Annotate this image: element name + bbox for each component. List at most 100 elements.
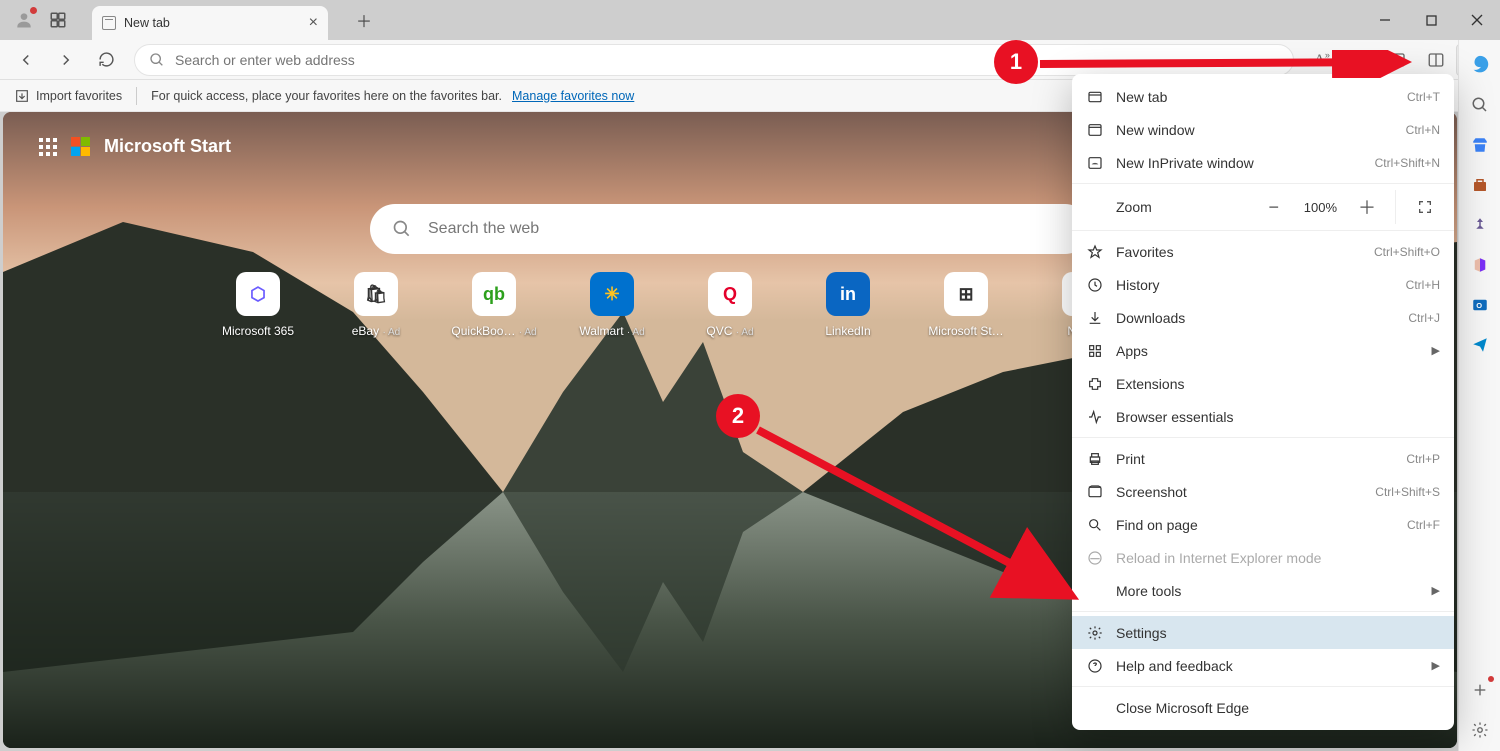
menu-item-label: Downloads bbox=[1116, 310, 1396, 326]
download-icon bbox=[1086, 310, 1104, 326]
quick-link-microsoft-store[interactable]: ⊞Microsoft St… bbox=[925, 272, 1007, 338]
close-tab-button[interactable]: × bbox=[309, 14, 318, 32]
web-search-box[interactable]: Search the web bbox=[370, 204, 1090, 254]
menu-separator bbox=[1072, 611, 1454, 612]
menu-item-history[interactable]: HistoryCtrl+H bbox=[1072, 268, 1454, 301]
refresh-button[interactable] bbox=[88, 44, 124, 76]
games-button[interactable] bbox=[1469, 214, 1491, 236]
menu-item-favorites[interactable]: FavoritesCtrl+Shift+O bbox=[1072, 235, 1454, 268]
web-search-placeholder: Search the web bbox=[428, 220, 539, 238]
menu-item-downloads[interactable]: DownloadsCtrl+J bbox=[1072, 301, 1454, 334]
sidebar-settings-button[interactable] bbox=[1469, 719, 1491, 741]
microsoft-start-label: Microsoft Start bbox=[104, 136, 231, 157]
menu-separator bbox=[1072, 437, 1454, 438]
collections-button[interactable] bbox=[1380, 44, 1416, 76]
menu-item-essentials[interactable]: Browser essentials bbox=[1072, 400, 1454, 433]
window-controls bbox=[1362, 0, 1500, 40]
chevron-right-icon: ▶ bbox=[1432, 659, 1440, 672]
menu-separator bbox=[1072, 686, 1454, 687]
tile-label: eBay · Ad bbox=[352, 324, 400, 338]
pulse-icon bbox=[1086, 409, 1104, 425]
menu-item-help[interactable]: Help and feedback ▶ bbox=[1072, 649, 1454, 682]
menu-item-settings[interactable]: Settings bbox=[1072, 616, 1454, 649]
split-screen-button[interactable] bbox=[1418, 44, 1454, 76]
manage-favorites-link[interactable]: Manage favorites now bbox=[512, 89, 634, 103]
sidebar-search-button[interactable] bbox=[1469, 94, 1491, 116]
menu-item-shortcut: Ctrl+H bbox=[1406, 278, 1440, 292]
menu-item-more-tools[interactable]: More tools▶ bbox=[1072, 574, 1454, 607]
menu-item-label: Find on page bbox=[1116, 517, 1395, 533]
menu-item-shortcut: Ctrl+P bbox=[1406, 452, 1440, 466]
tile-label: Microsoft 365 bbox=[222, 324, 294, 338]
apps-icon bbox=[1086, 343, 1104, 359]
tab-favicon-icon bbox=[102, 16, 116, 30]
app-launcher-button[interactable] bbox=[39, 138, 57, 156]
favorites-hint: For quick access, place your favorites h… bbox=[151, 89, 502, 103]
forward-button[interactable] bbox=[48, 44, 84, 76]
quick-link-linkedin[interactable]: inLinkedIn bbox=[807, 272, 889, 338]
menu-item-label: Extensions bbox=[1116, 376, 1440, 392]
send-button[interactable] bbox=[1469, 334, 1491, 356]
menu-item-extensions[interactable]: Extensions bbox=[1072, 367, 1454, 400]
chevron-right-icon: ▶ bbox=[1432, 344, 1440, 357]
menu-item-new-tab[interactable]: New tabCtrl+T bbox=[1072, 80, 1454, 113]
workspaces-button[interactable] bbox=[48, 10, 68, 30]
favorite-button[interactable] bbox=[1342, 44, 1378, 76]
profile-button[interactable] bbox=[14, 10, 34, 30]
quick-link-microsoft-365[interactable]: ⬡ Microsoft 365 bbox=[217, 272, 299, 338]
menu-item-apps[interactable]: Apps ▶ bbox=[1072, 334, 1454, 367]
tile-label: QuickBoo… · Ad bbox=[451, 324, 536, 338]
quick-link-qvc[interactable]: QQVC · Ad bbox=[689, 272, 771, 338]
menu-item-close-edge[interactable]: Close Microsoft Edge bbox=[1072, 691, 1454, 724]
tile-icon: qb bbox=[472, 272, 516, 316]
tile-icon: ⊞ bbox=[944, 272, 988, 316]
read-aloud-button[interactable]: A» bbox=[1304, 44, 1340, 76]
menu-item-label: New tab bbox=[1116, 89, 1395, 105]
menu-separator bbox=[1072, 230, 1454, 231]
tools-button[interactable] bbox=[1469, 174, 1491, 196]
microsoft-logo-icon bbox=[71, 137, 90, 156]
address-bar[interactable] bbox=[134, 44, 1294, 76]
menu-item-label: New InPrivate window bbox=[1116, 155, 1363, 171]
sidebar-add-button[interactable] bbox=[1469, 679, 1491, 701]
import-favorites-label: Import favorites bbox=[36, 89, 122, 103]
minimize-button[interactable] bbox=[1362, 0, 1408, 40]
address-input[interactable] bbox=[175, 52, 1279, 68]
menu-item-label: Apps bbox=[1116, 343, 1420, 359]
zoom-out-button[interactable]: − bbox=[1260, 193, 1288, 221]
menu-item-label: Close Microsoft Edge bbox=[1116, 700, 1440, 716]
menu-item-new-window[interactable]: New windowCtrl+N bbox=[1072, 113, 1454, 146]
screenshot-icon bbox=[1086, 484, 1104, 500]
menu-item-find[interactable]: Find on pageCtrl+F bbox=[1072, 508, 1454, 541]
import-favorites-button[interactable]: Import favorites bbox=[14, 88, 122, 104]
zoom-value: 100% bbox=[1298, 200, 1343, 215]
tile-icon: ⬡ bbox=[236, 272, 280, 316]
shopping-button[interactable] bbox=[1469, 134, 1491, 156]
menu-item-new-inprivate[interactable]: New InPrivate windowCtrl+Shift+N bbox=[1072, 146, 1454, 179]
outlook-button[interactable]: O bbox=[1469, 294, 1491, 316]
search-icon bbox=[149, 52, 165, 68]
menu-item-print[interactable]: PrintCtrl+P bbox=[1072, 442, 1454, 475]
divider bbox=[136, 87, 137, 105]
quick-link-quickbooks[interactable]: qb QuickBoo… · Ad bbox=[453, 272, 535, 338]
menu-item-shortcut: Ctrl+Shift+O bbox=[1374, 245, 1440, 259]
quick-link-walmart[interactable]: ✳Walmart · Ad bbox=[571, 272, 653, 338]
maximize-button[interactable] bbox=[1408, 0, 1454, 40]
menu-item-ie-mode: Reload in Internet Explorer mode bbox=[1072, 541, 1454, 574]
menu-item-label: New window bbox=[1116, 122, 1394, 138]
settings-and-more-menu: New tabCtrl+TNew windowCtrl+NNew InPriva… bbox=[1072, 74, 1454, 730]
menu-separator bbox=[1072, 183, 1454, 184]
close-window-button[interactable] bbox=[1454, 0, 1500, 40]
browser-tab[interactable]: New tab × bbox=[92, 6, 328, 40]
menu-item-label: Browser essentials bbox=[1116, 409, 1440, 425]
m365-button[interactable] bbox=[1469, 254, 1491, 276]
fullscreen-button[interactable] bbox=[1410, 199, 1440, 215]
back-button[interactable] bbox=[8, 44, 44, 76]
quick-link-ebay[interactable]: 🛍eBay · Ad bbox=[335, 272, 417, 338]
menu-item-screenshot[interactable]: ScreenshotCtrl+Shift+S bbox=[1072, 475, 1454, 508]
menu-item-label: Help and feedback bbox=[1116, 658, 1420, 674]
new-tab-button[interactable]: ＋ bbox=[350, 6, 378, 34]
copilot-button[interactable] bbox=[1469, 54, 1491, 76]
zoom-in-button[interactable]: ＋ bbox=[1353, 193, 1381, 221]
menu-item-label: Reload in Internet Explorer mode bbox=[1116, 550, 1440, 566]
